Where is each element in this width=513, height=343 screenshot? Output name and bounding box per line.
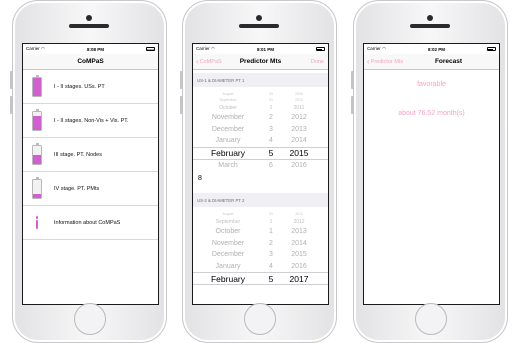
home-button[interactable] xyxy=(244,303,276,335)
menu-item-information[interactable]: Information about CoMPaS xyxy=(23,206,158,240)
volume-button xyxy=(180,96,183,114)
phone-2: Carrier ◠ 8:01 PM ‹ CoMPaS Predictor Mts… xyxy=(180,0,337,343)
wifi-icon: ◠ xyxy=(211,46,215,51)
picker-row[interactable]: November 2 2012 xyxy=(193,112,328,124)
speaker xyxy=(69,24,109,28)
picker-row[interactable]: December 3 2013 xyxy=(193,124,328,136)
carrier-label: Carrier ◠ xyxy=(367,46,386,51)
screen-2: Carrier ◠ 8:01 PM ‹ CoMPaS Predictor Mts… xyxy=(192,43,329,305)
carrier-label: Carrier ◠ xyxy=(196,46,215,51)
picker-row[interactable]: March 6 2016 xyxy=(193,160,328,172)
wifi-icon: ◠ xyxy=(382,46,386,51)
picker-row[interactable]: January 4 2016 xyxy=(193,261,328,273)
chevron-left-icon: ‹ xyxy=(196,56,199,66)
menu-item-label: I - II stages. USs. PT xyxy=(54,83,105,90)
camera xyxy=(256,15,262,21)
status-time: 8:02 PM xyxy=(427,46,445,52)
picker-row[interactable]: September 1 2012 xyxy=(193,217,328,226)
battery-status-icon xyxy=(315,47,325,51)
phone-1: Carrier ◠ 8:08 PM CoMPaS I - II stages. … xyxy=(10,0,167,343)
chevron-left-icon: ‹ xyxy=(367,56,370,66)
nav-title: Predictor Mts xyxy=(239,58,282,65)
battery-icon xyxy=(32,109,42,131)
picker-row[interactable]: October 1 2011 xyxy=(193,103,328,112)
status-bar: Carrier ◠ 8:02 PM xyxy=(364,44,499,54)
speaker xyxy=(410,24,450,28)
back-button[interactable]: ‹ Predictor Mts xyxy=(367,56,404,66)
home-button[interactable] xyxy=(74,303,106,335)
date-picker-2[interactable]: August 31 2011 September 1 2012 October 1 2013… xyxy=(193,207,328,291)
forecast-result-text: about 76.52 month(s) xyxy=(398,110,465,117)
stage: Carrier ◠ 8:08 PM CoMPaS I - II stages. … xyxy=(0,0,513,343)
menu-item-label: Information about CoMPaS xyxy=(54,219,121,226)
battery-icon xyxy=(32,143,42,165)
picker-1-value: 8 xyxy=(198,175,202,182)
camera xyxy=(86,15,92,21)
menu-item-stage-4-pmts[interactable]: IV stage. PT. PMts xyxy=(23,172,158,206)
nav-title: CoMPaS xyxy=(77,58,104,65)
picker-row[interactable]: October 1 2013 xyxy=(193,226,328,238)
menu-item-stage-1-2-vis[interactable]: I - II stages. Non-Vis + Vis. PT. xyxy=(23,104,158,138)
picker-row[interactable]: November 2 2014 xyxy=(193,238,328,250)
home-button[interactable] xyxy=(415,303,447,335)
done-button[interactable]: Done xyxy=(311,59,324,65)
menu-item-label: IV stage. PT. PMts xyxy=(54,185,100,192)
volume-button xyxy=(180,71,183,89)
menu-list: I - II stages. USs. PT I - II stages. No… xyxy=(23,70,158,240)
battery-icon xyxy=(32,75,42,97)
carrier-label: Carrier ◠ xyxy=(26,46,45,51)
back-label: CoMPaS xyxy=(199,58,222,65)
battery-status-icon xyxy=(145,47,155,51)
status-time: 8:01 PM xyxy=(256,46,274,52)
menu-item-stage-1-2-uss[interactable]: I - II stages. USs. PT xyxy=(23,70,158,104)
phone-3: Carrier ◠ 8:02 PM ‹ Predictor Mts Foreca… xyxy=(351,0,508,343)
status-time: 8:08 PM xyxy=(86,46,104,52)
volume-button xyxy=(10,96,13,114)
status-bar: Carrier ◠ 8:01 PM xyxy=(193,44,328,54)
picker-row[interactable]: December 3 2015 xyxy=(193,249,328,261)
nav-bar: ‹ CoMPaS Predictor Mts Done xyxy=(193,54,328,70)
volume-button xyxy=(351,71,354,89)
camera xyxy=(427,15,433,21)
date-picker-1[interactable]: August 30 2009 September 31 2010 October 1 201… xyxy=(193,87,328,171)
menu-item-label: III stage. PT. Nodes xyxy=(54,151,102,158)
status-bar: Carrier ◠ 8:08 PM xyxy=(23,44,158,54)
speaker xyxy=(239,24,279,28)
nav-bar: CoMPaS xyxy=(23,54,158,70)
battery-icon xyxy=(32,177,42,199)
wifi-icon: ◠ xyxy=(41,46,45,51)
forecast-result-label: favorable xyxy=(417,81,446,88)
menu-item-label: I - II stages. Non-Vis + Vis. PT. xyxy=(54,117,129,124)
back-button[interactable]: ‹ CoMPaS xyxy=(196,56,222,66)
battery-status-icon xyxy=(486,47,496,51)
picker-selected-row[interactable]: February 5 2015 xyxy=(193,146,328,160)
picker-row[interactable]: January 4 2014 xyxy=(193,135,328,147)
info-icon xyxy=(32,213,42,233)
screen-1: Carrier ◠ 8:08 PM CoMPaS I - II stages. … xyxy=(22,43,159,305)
volume-button xyxy=(10,71,13,89)
nav-title: Forecast xyxy=(434,58,463,65)
picker-selected-row[interactable]: February 5 2017 xyxy=(193,272,328,285)
volume-button xyxy=(351,96,354,114)
nav-bar: ‹ Predictor Mts Forecast xyxy=(364,54,499,70)
screen-3: Carrier ◠ 8:02 PM ‹ Predictor Mts Foreca… xyxy=(363,43,500,305)
menu-item-stage-3-nodes[interactable]: III stage. PT. Nodes xyxy=(23,138,158,172)
back-label: Predictor Mts xyxy=(370,58,404,65)
picker-2-header: US-2 & DIAMETER PT 2 xyxy=(193,193,328,207)
picker-1-header: US-1 & DIAMETER PT 1 xyxy=(193,73,328,87)
